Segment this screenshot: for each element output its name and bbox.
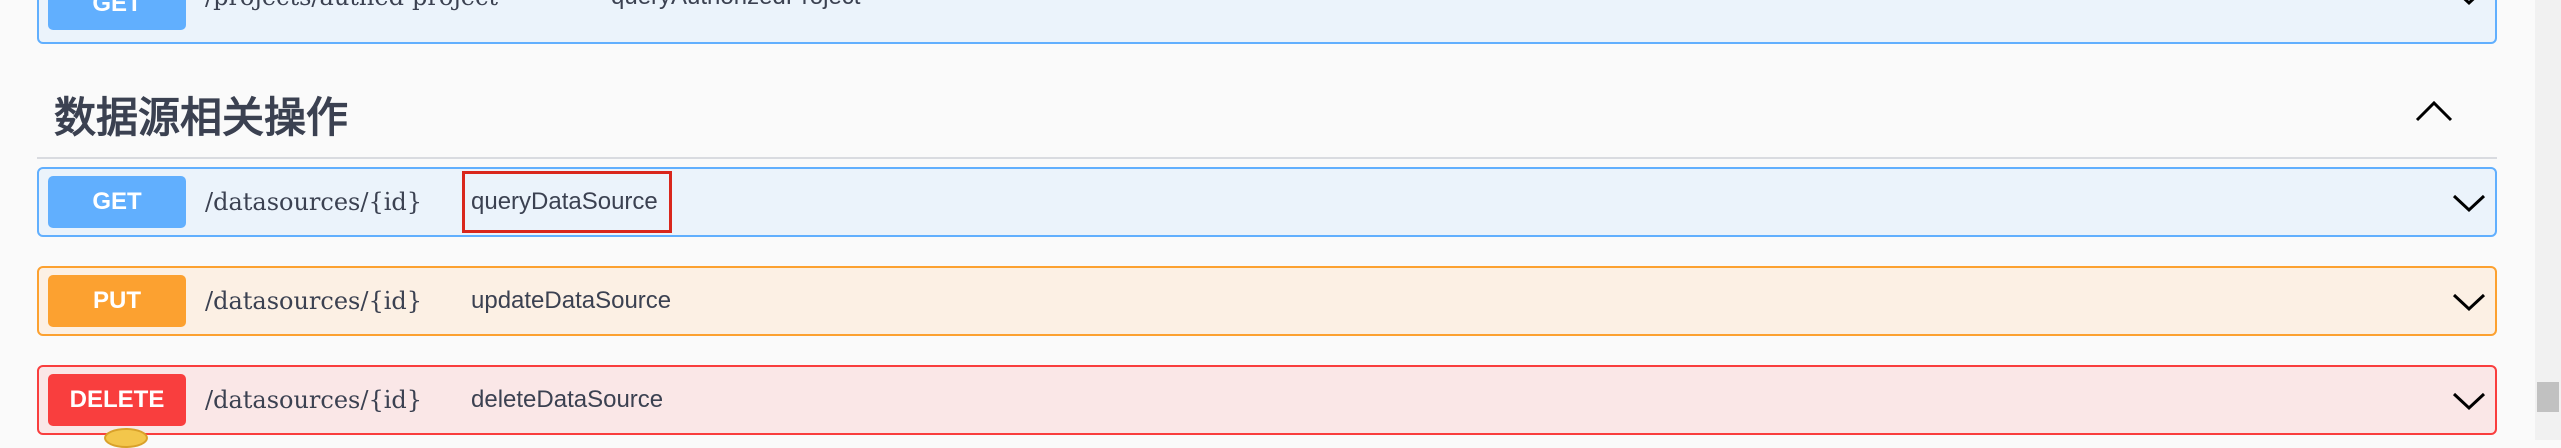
chevron-down-icon[interactable] — [2451, 191, 2487, 215]
scrollbar-thumb[interactable] — [2537, 382, 2559, 412]
op-delete-datasource[interactable]: DELETE /datasources/{id} deleteDataSourc… — [37, 365, 2497, 435]
section-divider — [37, 157, 2497, 159]
method-badge-get: GET — [48, 0, 186, 30]
op-path: /projects/authed-project — [205, 0, 498, 30]
op-summary: deleteDataSource — [471, 386, 664, 413]
chevron-down-icon[interactable] — [2451, 0, 2487, 8]
op-get-datasource[interactable]: GET /datasources/{id} queryDataSource — [37, 167, 2497, 237]
method-badge-delete: DELETE — [48, 374, 186, 426]
op-get-authed-project[interactable]: GET /projects/authed-project queryAuthor… — [37, 0, 2497, 44]
method-badge-get: GET — [48, 176, 186, 228]
op-put-datasource[interactable]: PUT /datasources/{id} updateDataSource — [37, 266, 2497, 336]
op-path: /datasources/{id} — [205, 188, 423, 216]
chevron-up-icon[interactable] — [2413, 98, 2455, 124]
highlight-box — [462, 171, 672, 233]
op-summary: updateDataSource — [471, 287, 672, 314]
op-path: /datasources/{id} — [205, 287, 423, 315]
op-path: /datasources/{id} — [205, 386, 423, 414]
chevron-down-icon[interactable] — [2451, 389, 2487, 413]
method-badge-put: PUT — [48, 275, 186, 327]
section-title[interactable]: 数据源相关操作 — [54, 84, 348, 145]
scrollbar-track[interactable] — [2535, 0, 2561, 440]
op-summary: queryAuthorizedProject — [611, 0, 860, 30]
chevron-down-icon[interactable] — [2451, 290, 2487, 314]
emoji-icon — [104, 428, 148, 448]
